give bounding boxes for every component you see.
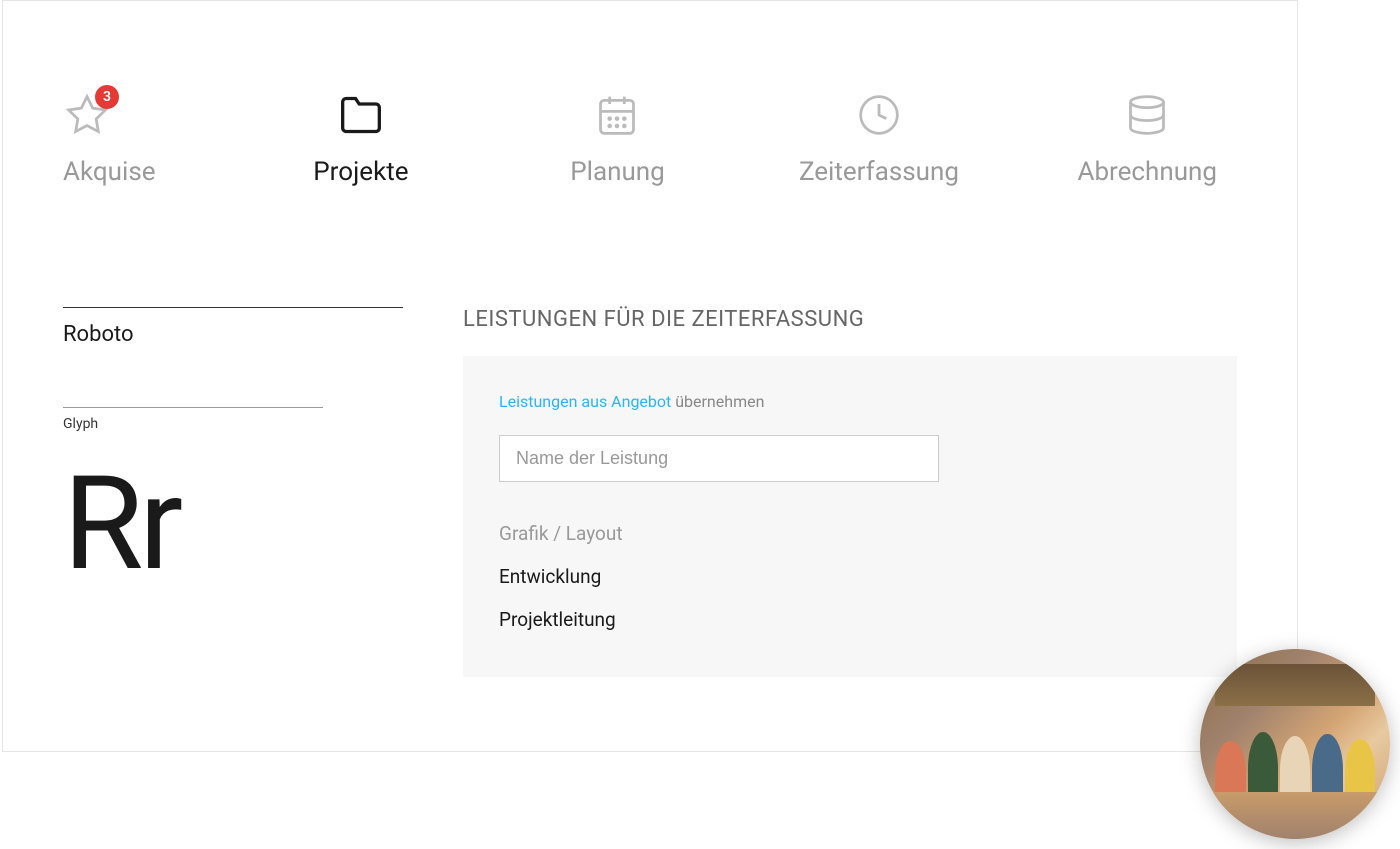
service-name-input[interactable] <box>499 435 939 482</box>
import-from-offer-link[interactable]: Leistungen aus Angebot <box>499 392 671 411</box>
clock-icon <box>855 91 903 139</box>
app-frame: 3 Akquise Projekte Planung Zeiterfassung <box>2 0 1298 752</box>
glyph-display: Rr <box>63 452 323 595</box>
services-panel: Leistungen aus Angebot übernehmen Grafik… <box>463 356 1237 677</box>
import-suffix: übernehmen <box>671 392 764 411</box>
right-column: LEISTUNGEN FÜR DIE ZEITERFASSUNG Leistun… <box>463 307 1237 677</box>
nav-item-projekte[interactable]: Projekte <box>293 91 428 187</box>
folder-icon <box>337 91 385 139</box>
avatar-image <box>1200 649 1390 839</box>
service-item-grafik-layout[interactable]: Grafik / Layout <box>499 512 1201 555</box>
content-area: Roboto Glyph Rr LEISTUNGEN FÜR DIE ZEITE… <box>3 187 1297 677</box>
glyph-label: Glyph <box>63 416 323 432</box>
service-item-entwicklung[interactable]: Entwicklung <box>499 555 1201 598</box>
import-link-row: Leistungen aus Angebot übernehmen <box>499 392 1201 411</box>
section-title: LEISTUNGEN FÜR DIE ZEITERFASSUNG <box>463 307 1237 332</box>
nav-item-planung[interactable]: Planung <box>550 91 685 187</box>
nav-label: Planung <box>570 157 665 187</box>
star-icon: 3 <box>63 91 111 139</box>
nav-label: Abrechnung <box>1077 157 1217 187</box>
nav-item-akquise[interactable]: 3 Akquise <box>63 91 176 187</box>
left-column: Roboto Glyph Rr <box>63 307 403 677</box>
nav-label: Akquise <box>63 157 156 187</box>
chat-avatar-button[interactable] <box>1200 649 1390 839</box>
calendar-icon <box>593 91 641 139</box>
nav-badge: 3 <box>95 85 119 109</box>
nav-item-zeiterfassung[interactable]: Zeiterfassung <box>779 91 979 187</box>
font-name: Roboto <box>63 322 403 347</box>
database-icon <box>1123 91 1171 139</box>
nav-label: Zeiterfassung <box>799 157 959 187</box>
nav-item-abrechnung[interactable]: Abrechnung <box>1057 91 1237 187</box>
nav-label: Projekte <box>313 157 408 187</box>
glyph-section: Glyph Rr <box>63 407 323 595</box>
font-section: Roboto <box>63 307 403 347</box>
main-nav: 3 Akquise Projekte Planung Zeiterfassung <box>3 1 1297 187</box>
service-item-projektleitung[interactable]: Projektleitung <box>499 598 1201 641</box>
